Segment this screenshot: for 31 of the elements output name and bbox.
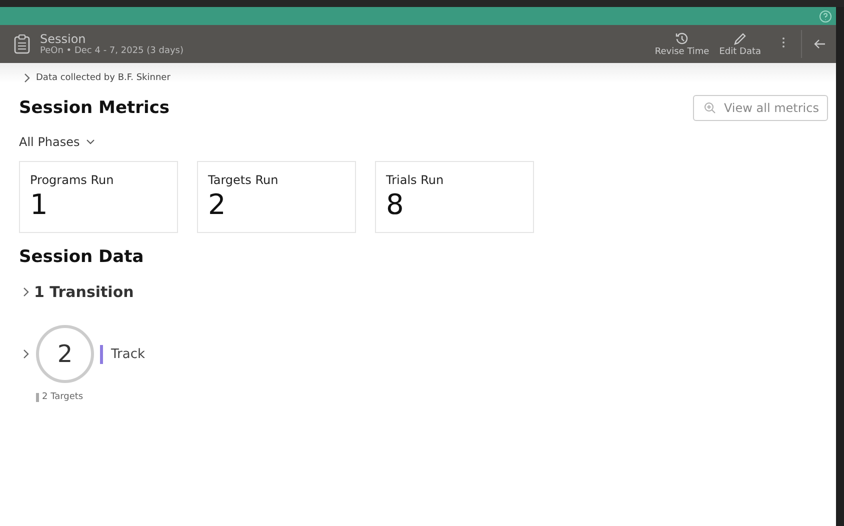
collected-by-text: Data collected by B.F. Skinner <box>36 73 170 83</box>
metric-label: Programs Run <box>30 173 115 187</box>
track-marker <box>100 344 103 364</box>
targets-marker <box>36 392 39 402</box>
chevron-icon[interactable] <box>23 349 30 359</box>
section-heading: Session Data <box>19 247 145 267</box>
view-all-metrics-button[interactable]: View all metrics <box>692 95 828 121</box>
metric-value: 8 <box>386 187 405 223</box>
chevron-icon[interactable] <box>24 73 31 83</box>
session-title: Session <box>40 32 87 46</box>
clipboard-icon <box>14 34 30 54</box>
phase-dropdown[interactable]: All Phases <box>19 135 95 149</box>
history-icon <box>675 32 690 46</box>
metric-value: 2 <box>208 187 227 223</box>
revise-time-button[interactable]: Revise Time <box>650 32 714 56</box>
transition-text: 1 Transition <box>34 283 134 301</box>
chevron-icon[interactable] <box>23 287 30 297</box>
pencil-icon <box>733 32 748 46</box>
zoom-icon <box>704 102 716 114</box>
more-icon <box>782 37 785 48</box>
metric-label: Targets Run <box>208 173 280 187</box>
targets-text: 2 Targets <box>42 392 84 402</box>
back-arrow-icon <box>814 38 826 48</box>
metric-label: Trials Run <box>386 173 445 187</box>
section-heading: Session Metrics <box>19 98 170 118</box>
track-label: Track <box>111 346 146 362</box>
count-circle: 2 <box>36 325 94 383</box>
caret-icon <box>86 139 95 145</box>
session-subtitle: PeOn • Dec 4 - 7, 2025 (3 days) <box>40 46 184 56</box>
metric-value: 1 <box>30 187 49 223</box>
edit-data-button[interactable]: Edit Data <box>714 32 766 56</box>
